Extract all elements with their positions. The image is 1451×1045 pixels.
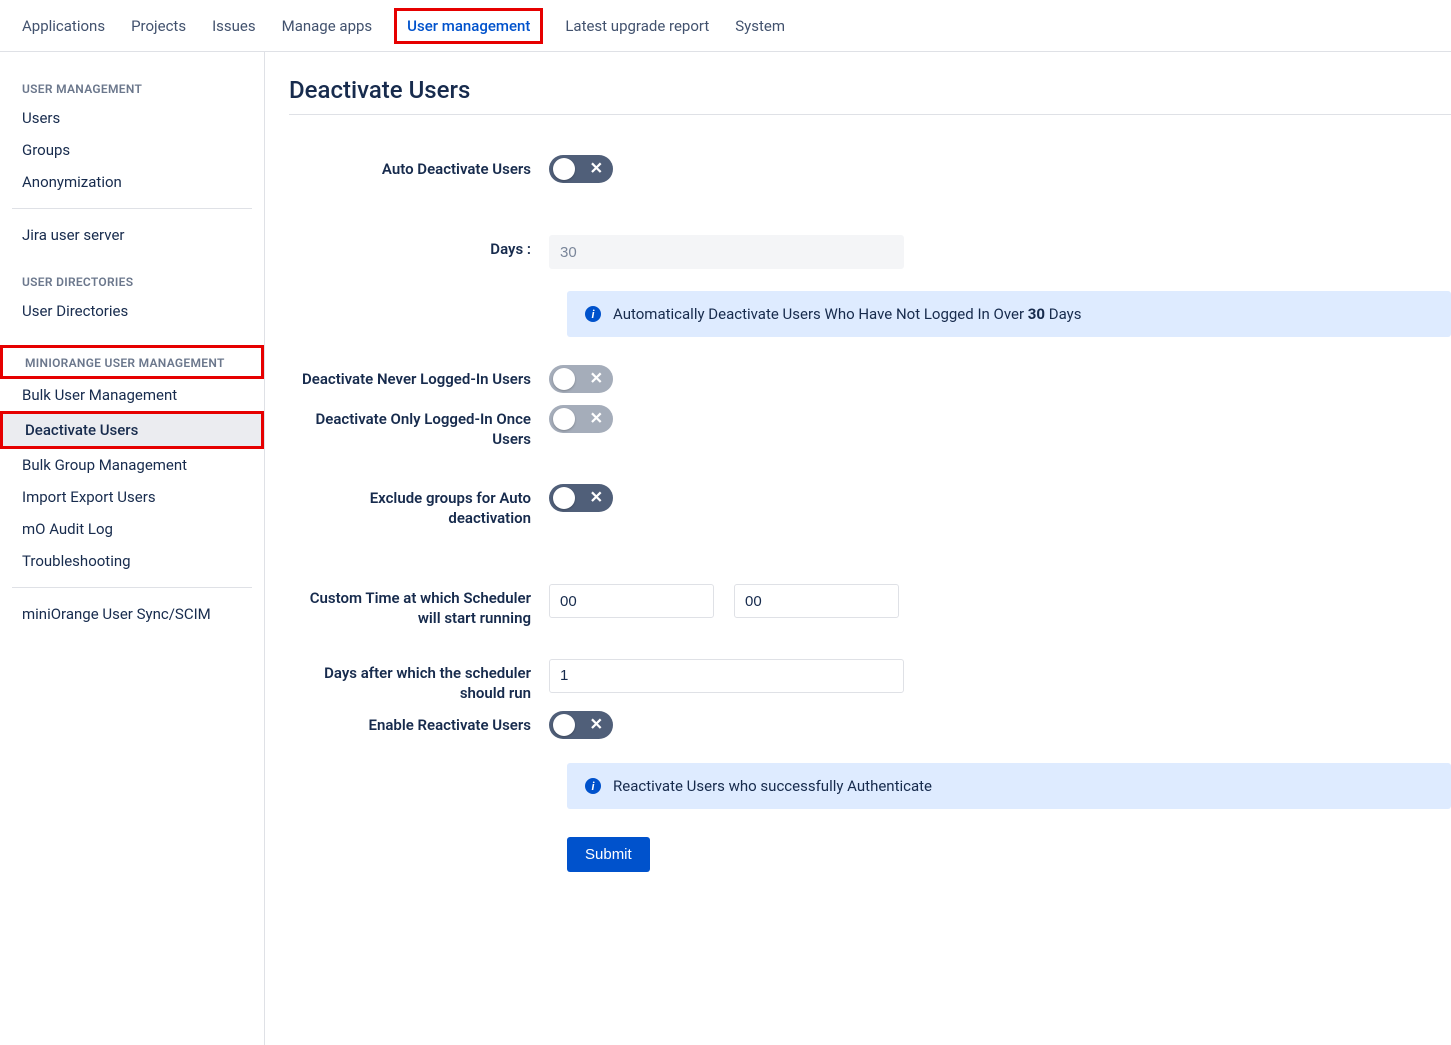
info-banner-reactivate: i Reactivate Users who successfully Auth…	[567, 763, 1451, 809]
nav-user-management[interactable]: User management	[394, 8, 543, 44]
top-nav: Applications Projects Issues Manage apps…	[0, 0, 1451, 52]
sidebar-item-import-export-users[interactable]: Import Export Users	[0, 481, 264, 513]
info-banner-auto-deactivate: i Automatically Deactivate Users Who Hav…	[567, 291, 1451, 337]
nav-applications[interactable]: Applications	[20, 13, 107, 39]
toggle-exclude-groups[interactable]: ✕	[549, 484, 613, 512]
label-auto-deactivate: Auto Deactivate Users	[289, 155, 549, 179]
nav-issues[interactable]: Issues	[210, 13, 258, 39]
close-icon: ✕	[590, 411, 603, 427]
sidebar-item-troubleshooting[interactable]: Troubleshooting	[0, 545, 264, 577]
label-exclude-groups: Exclude groups for Auto deactivation	[289, 484, 549, 529]
toggle-knob-icon	[553, 158, 575, 180]
toggle-knob-icon	[553, 714, 575, 736]
info-text: Reactivate Users who successfully Authen…	[613, 777, 932, 795]
sidebar-item-miniorange-sync-scim[interactable]: miniOrange User Sync/SCIM	[0, 598, 264, 630]
main-content: Deactivate Users Auto Deactivate Users ✕…	[265, 52, 1451, 1045]
submit-button[interactable]: Submit	[567, 837, 650, 872]
sidebar-item-bulk-user-mgmt[interactable]: Bulk User Management	[0, 379, 264, 411]
sidebar-divider	[12, 587, 252, 588]
sidebar-section-user-management: USER MANAGEMENT	[0, 72, 264, 102]
close-icon: ✕	[590, 371, 603, 387]
sidebar-item-bulk-group-mgmt[interactable]: Bulk Group Management	[0, 449, 264, 481]
toggle-knob-icon	[553, 487, 575, 509]
scheduler-days-input[interactable]	[549, 659, 904, 693]
nav-latest-upgrade-report[interactable]: Latest upgrade report	[563, 13, 711, 39]
label-logged-in-once: Deactivate Only Logged-In Once Users	[289, 405, 549, 450]
sidebar-item-groups[interactable]: Groups	[0, 134, 264, 166]
info-icon: i	[585, 306, 601, 322]
toggle-knob-icon	[553, 368, 575, 390]
close-icon: ✕	[590, 161, 603, 177]
label-scheduler-days: Days after which the scheduler should ru…	[289, 659, 549, 704]
sidebar-section-miniorange: MINIORANGE USER MANAGEMENT	[0, 345, 264, 379]
label-never-logged-in: Deactivate Never Logged-In Users	[289, 365, 549, 389]
label-scheduler-time: Custom Time at which Scheduler will star…	[289, 584, 549, 629]
sidebar-section-user-directories: USER DIRECTORIES	[0, 265, 264, 295]
close-icon: ✕	[590, 717, 603, 733]
scheduler-minute-input[interactable]	[734, 584, 899, 618]
toggle-knob-icon	[553, 408, 575, 430]
sidebar-item-jira-user-server[interactable]: Jira user server	[0, 219, 264, 251]
sidebar-item-users[interactable]: Users	[0, 102, 264, 134]
nav-projects[interactable]: Projects	[129, 13, 188, 39]
sidebar-item-user-directories[interactable]: User Directories	[0, 295, 264, 327]
toggle-enable-reactivate[interactable]: ✕	[549, 711, 613, 739]
sidebar-item-mo-audit-log[interactable]: mO Audit Log	[0, 513, 264, 545]
info-text: Automatically Deactivate Users Who Have …	[613, 305, 1081, 323]
nav-system[interactable]: System	[733, 13, 787, 39]
sidebar-item-anonymization[interactable]: Anonymization	[0, 166, 264, 198]
close-icon: ✕	[590, 489, 603, 505]
toggle-auto-deactivate[interactable]: ✕	[549, 155, 613, 183]
toggle-logged-in-once[interactable]: ✕	[549, 405, 613, 433]
sidebar-item-deactivate-users[interactable]: Deactivate Users	[0, 411, 264, 449]
page-title: Deactivate Users	[289, 76, 1451, 115]
days-input[interactable]	[549, 235, 904, 269]
toggle-never-logged-in[interactable]: ✕	[549, 365, 613, 393]
label-days: Days :	[289, 235, 549, 259]
sidebar-divider	[12, 208, 252, 209]
scheduler-hour-input[interactable]	[549, 584, 714, 618]
label-enable-reactivate: Enable Reactivate Users	[289, 711, 549, 735]
sidebar: USER MANAGEMENT Users Groups Anonymizati…	[0, 52, 265, 1045]
nav-manage-apps[interactable]: Manage apps	[280, 13, 375, 39]
info-icon: i	[585, 778, 601, 794]
